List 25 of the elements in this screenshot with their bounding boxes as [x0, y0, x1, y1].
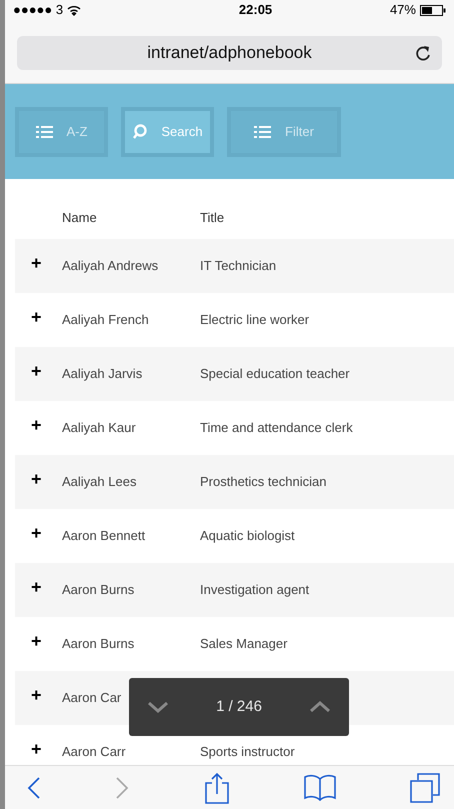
title-cell-text: IT Technician	[200, 257, 276, 276]
name-cell-text: Aaliyah Andrews	[62, 257, 158, 276]
name-cell-text: Aaron Carr	[62, 743, 126, 762]
title-cell-text: Electric line worker	[200, 311, 310, 330]
match-counter: 1 / 246	[216, 696, 262, 717]
title-cell-text: Special education teacher	[200, 365, 350, 384]
status-time: 22:05	[238, 1, 272, 20]
title-cell-text: Time and attendance clerk	[200, 419, 353, 438]
title-cell-text: Prosthetics technician	[200, 473, 326, 492]
name-cell-text: Aaliyah Lees	[62, 473, 136, 492]
title-cell-text: Investigation agent	[200, 581, 310, 600]
name-cell-text: Aaron Burns	[62, 581, 134, 600]
carrier-signal: ●●●●● 3	[13, 1, 64, 20]
battery-percent: 47%	[390, 1, 416, 20]
name-cell-text: Aaliyah French	[62, 311, 149, 330]
name-cell-text: Aaron Burns	[62, 635, 134, 654]
name-cell-text: Aaron Bennett	[62, 527, 146, 546]
title-cell-text: Sales Manager	[200, 635, 288, 654]
title-cell-text: Aquatic biologist	[200, 527, 295, 546]
column-header: Name	[61, 208, 98, 226]
name-cell-text: Aaron Car	[62, 689, 122, 708]
column-header: Title	[200, 208, 224, 226]
title-cell-text: Sports instructor	[200, 743, 295, 762]
name-cell-text: Aaliyah Kaur	[62, 419, 136, 438]
name-cell-text: Aaliyah Jarvis	[62, 365, 142, 384]
